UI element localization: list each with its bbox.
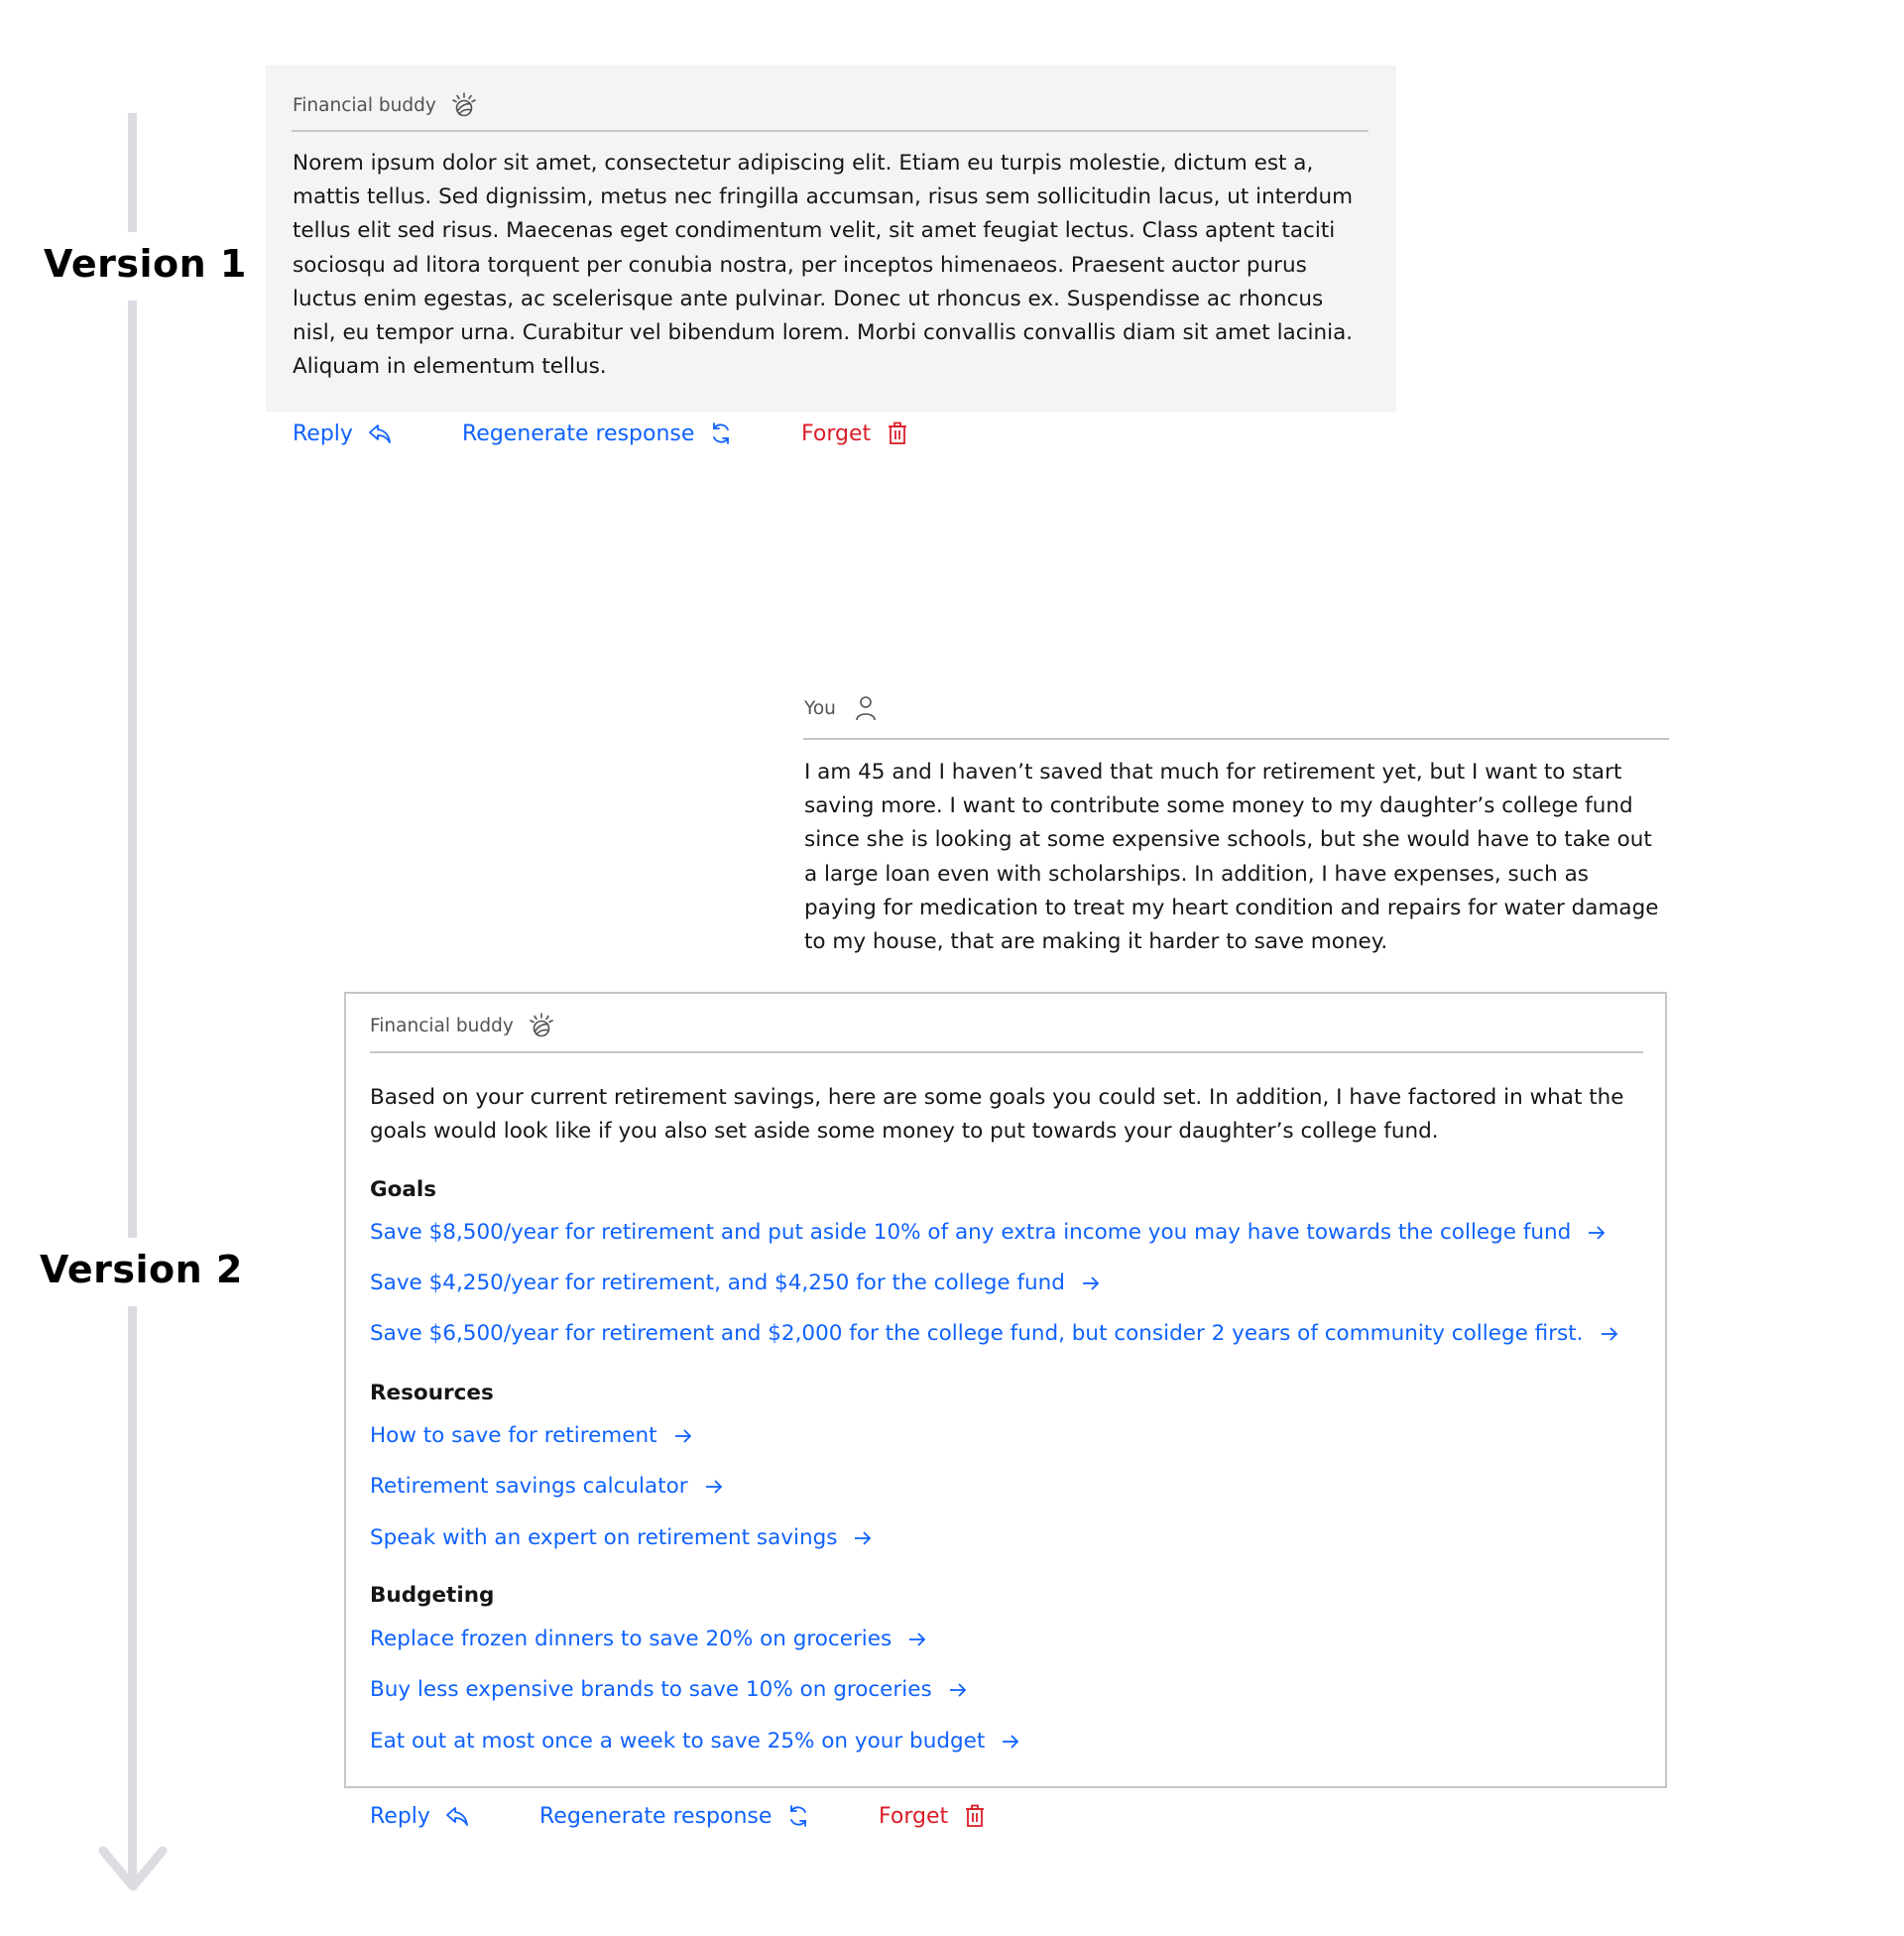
budgeting-link[interactable]: Buy less expensive brands to save 10% on… (370, 1677, 968, 1702)
regenerate-icon (790, 1805, 807, 1827)
regenerate-label: Regenerate response (539, 1803, 773, 1829)
timeline-arrow-down-icon (98, 1846, 168, 1891)
goal-link[interactable]: Save $6,500/year for retirement and $2,0… (370, 1321, 1619, 1346)
regenerate-icon (713, 423, 730, 444)
version-2-intro: Based on your current retirement savings… (370, 1081, 1659, 1149)
watson-bulb-icon (529, 1013, 553, 1037)
version-2-label: Version 2 (40, 1248, 243, 1291)
resources-heading: Resources (370, 1381, 494, 1405)
forget-button[interactable]: Forget (879, 1803, 988, 1829)
reply-button[interactable]: Reply (293, 421, 393, 446)
timeline-line-segment (128, 113, 137, 232)
arrow-right-icon (1601, 1326, 1617, 1341)
arrow-right-icon (1082, 1275, 1100, 1290)
watson-bulb-icon (451, 92, 476, 117)
link-label: Save $4,250/year for retirement, and $4,… (370, 1270, 1065, 1295)
version-2-sender: Financial buddy (370, 1012, 555, 1039)
message-line: saving more. I want to contribute some m… (804, 793, 1633, 819)
message-line: nisl, eu tempor urna. Curabitur vel bibe… (293, 320, 1354, 346)
link-label: Retirement savings calculator (370, 1474, 688, 1499)
user-sender: You (804, 694, 880, 722)
reply-label: Reply (293, 421, 353, 446)
sender-name: You (804, 697, 836, 719)
arrow-right-icon (1589, 1225, 1606, 1240)
message-line: Aliquam in elementum tellus. (293, 354, 607, 380)
arrow-right-icon (909, 1632, 926, 1646)
sender-name: Financial buddy (370, 1015, 514, 1036)
intro-line: goals would look like if you also set as… (370, 1119, 1439, 1145)
regenerate-response-button[interactable]: Regenerate response (462, 421, 734, 446)
goal-link[interactable]: Save $4,250/year for retirement, and $4,… (370, 1270, 1101, 1295)
budgeting-heading: Budgeting (370, 1583, 495, 1608)
message-line: a large loan even with scholarships. In … (804, 861, 1590, 887)
version-2-header-divider (370, 1051, 1643, 1053)
user-message-body: I am 45 and I haven’t saved that much fo… (804, 756, 1677, 959)
link-label: Save $8,500/year for retirement and put … (370, 1220, 1572, 1245)
sender-name: Financial buddy (293, 94, 436, 116)
message-line: to my house, that are making it harder t… (804, 929, 1388, 955)
version-1-header-divider (292, 130, 1368, 132)
message-line: Norem ipsum dolor sit amet, consectetur … (293, 151, 1314, 176)
message-line: sociosqu ad litora torquent per conubia … (293, 252, 1307, 278)
regenerate-label: Regenerate response (462, 421, 695, 446)
resource-link[interactable]: Speak with an expert on retirement savin… (370, 1525, 873, 1550)
version-1-label: Version 1 (44, 242, 247, 286)
trash-icon (889, 422, 907, 444)
link-label: Eat out at most once a week to save 25% … (370, 1729, 986, 1754)
arrow-right-icon (855, 1530, 872, 1545)
user-header-divider (803, 738, 1669, 740)
message-line: tellus elit sed risus. Maecenas eget con… (293, 218, 1336, 244)
message-line: mattis tellus. Sed dignissim, metus nec … (293, 184, 1354, 210)
reply-label: Reply (370, 1803, 430, 1829)
reply-icon (446, 1807, 468, 1826)
goal-link[interactable]: Save $8,500/year for retirement and put … (370, 1220, 1606, 1245)
version-1-message-body: Norem ipsum dolor sit amet, consectetur … (293, 147, 1383, 384)
arrow-right-icon (949, 1682, 966, 1697)
arrow-right-icon (1003, 1734, 1019, 1749)
regenerate-response-button[interactable]: Regenerate response (539, 1803, 811, 1829)
message-line: I am 45 and I haven’t saved that much fo… (804, 760, 1622, 785)
reply-icon (369, 424, 391, 443)
resource-link[interactable]: How to save for retirement (370, 1423, 693, 1448)
budgeting-link[interactable]: Eat out at most once a week to save 25% … (370, 1729, 1020, 1754)
version-1-sender: Financial buddy (293, 91, 478, 119)
link-label: How to save for retirement (370, 1423, 657, 1448)
forget-button[interactable]: Forget (801, 421, 910, 446)
resource-link[interactable]: Retirement savings calculator (370, 1474, 724, 1499)
message-line: luctus enim egestas, ac scelerisque ante… (293, 286, 1324, 311)
arrow-right-icon (674, 1428, 691, 1443)
goals-heading: Goals (370, 1177, 437, 1202)
intro-line: Based on your current retirement savings… (370, 1085, 1624, 1110)
user-icon (856, 696, 876, 721)
reply-button[interactable]: Reply (370, 1803, 470, 1829)
link-label: Buy less expensive brands to save 10% on… (370, 1677, 932, 1702)
link-label: Save $6,500/year for retirement and $2,0… (370, 1321, 1584, 1346)
forget-label: Forget (879, 1803, 949, 1829)
budgeting-link[interactable]: Replace frozen dinners to save 20% on gr… (370, 1627, 927, 1651)
message-line: since she is looking at some expensive s… (804, 827, 1652, 853)
trash-icon (966, 1804, 985, 1827)
timeline-line-segment (128, 301, 137, 1238)
message-line: paying for medication to treat my heart … (804, 895, 1659, 920)
forget-label: Forget (801, 421, 872, 446)
link-label: Speak with an expert on retirement savin… (370, 1525, 838, 1550)
arrow-right-icon (705, 1479, 722, 1494)
timeline-line-segment (128, 1306, 137, 1883)
link-label: Replace frozen dinners to save 20% on gr… (370, 1627, 892, 1651)
